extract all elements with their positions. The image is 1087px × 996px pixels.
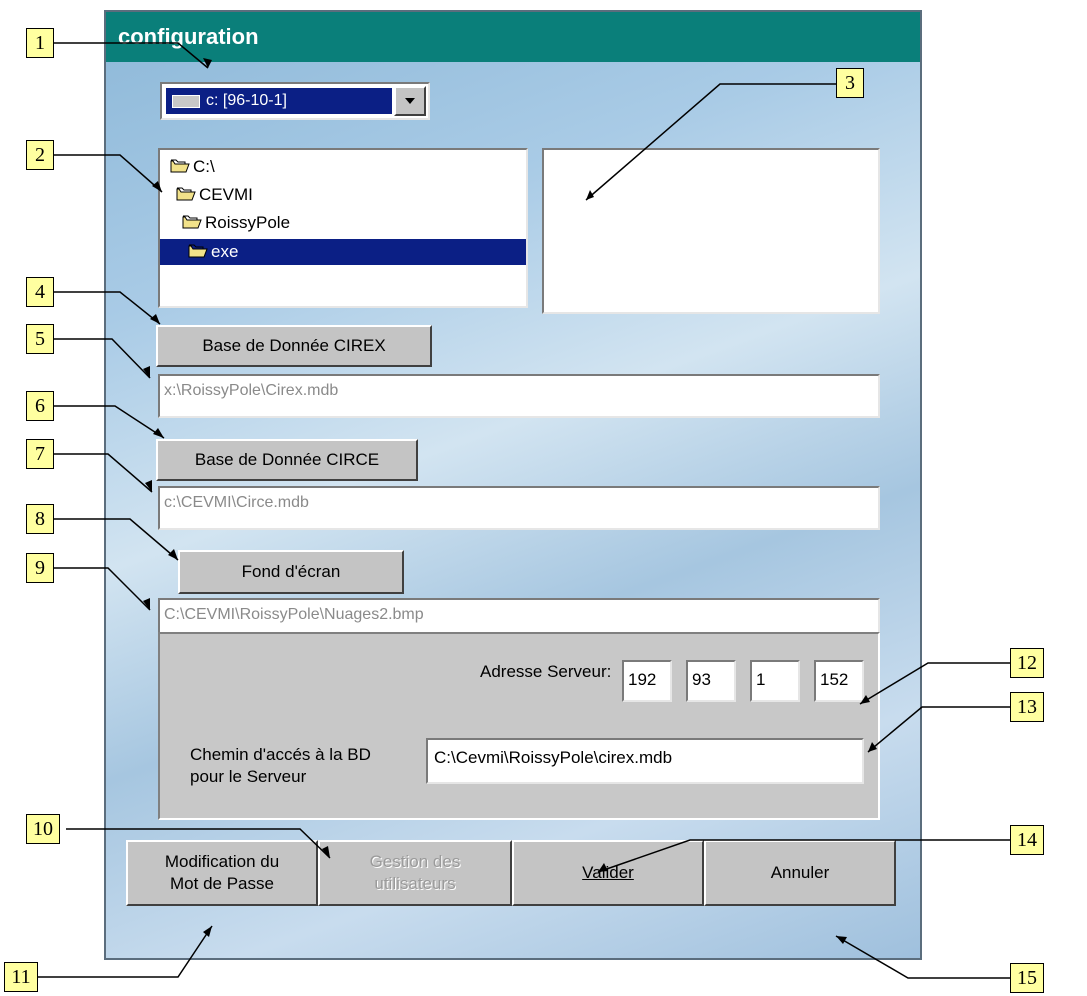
arrowhead-2 (152, 181, 162, 192)
arrowhead-14 (598, 863, 608, 872)
arrowhead-6 (153, 428, 164, 438)
callout-5: 5 (26, 324, 54, 354)
callout-14: 14 (1010, 825, 1044, 855)
arrowhead-8 (168, 549, 178, 560)
callout-line-2 (54, 154, 163, 193)
arrowhead-3 (586, 190, 594, 200)
callout-line-13 (867, 706, 1010, 753)
arrowhead-15 (836, 936, 847, 944)
arrowhead-1 (203, 58, 212, 68)
callout-15: 15 (1010, 963, 1044, 993)
callout-lines (38, 42, 1010, 979)
callout-line-9 (54, 567, 151, 611)
callout-line-4 (54, 291, 161, 325)
callout-11: 11 (4, 962, 38, 992)
callout-line-6 (54, 405, 165, 439)
callout-line-1 (54, 42, 209, 69)
callout-line-7 (54, 453, 153, 493)
callout-line-15 (835, 935, 1010, 979)
callout-10: 10 (26, 814, 60, 844)
callout-line-12 (859, 662, 1010, 705)
callout-line-11 (38, 925, 213, 978)
callout-line-8 (54, 518, 179, 561)
callout-line-5 (54, 338, 151, 379)
callout-line-10 (66, 828, 331, 859)
callout-3: 3 (836, 68, 864, 98)
callout-1: 1 (26, 28, 54, 58)
callout-9: 9 (26, 553, 54, 583)
arrowhead-12 (860, 695, 870, 704)
callout-6: 6 (26, 391, 54, 421)
callout-2: 2 (26, 140, 54, 170)
callout-line-14 (597, 839, 1010, 873)
callout-12: 12 (1010, 648, 1044, 678)
callout-8: 8 (26, 504, 54, 534)
callout-7: 7 (26, 439, 54, 469)
arrowhead-4 (150, 314, 160, 324)
callout-13: 13 (1010, 692, 1044, 722)
callout-4: 4 (26, 277, 54, 307)
arrowhead-13 (868, 742, 877, 752)
callout-line-3 (585, 83, 836, 201)
arrowhead-11 (203, 926, 212, 937)
